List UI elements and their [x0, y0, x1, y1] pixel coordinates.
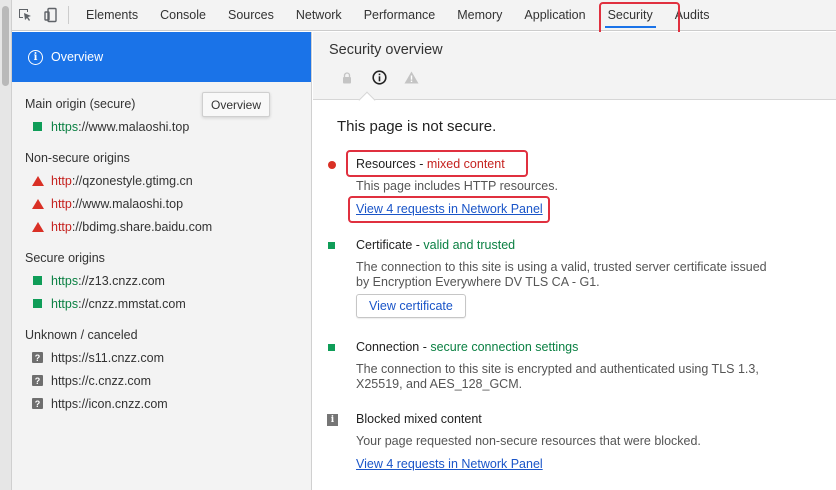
tab-network[interactable]: Network: [285, 0, 353, 31]
certificate-status: valid and trusted: [423, 238, 516, 252]
warning-triangle-icon: [32, 198, 44, 209]
sidebar-group-secure: Secure origins: [25, 250, 105, 265]
origin-host: ://cnzz.mmstat.com: [78, 296, 186, 311]
selection-notch: [358, 91, 376, 109]
sidebar-origin-item[interactable]: http://bdimg.share.baidu.com: [12, 215, 311, 238]
sidebar-origin-item[interactable]: ? https://icon.cnzz.com: [12, 392, 311, 415]
info-square-icon: i: [327, 414, 338, 426]
summary-icons: [331, 70, 427, 85]
secure-square-icon: [33, 276, 42, 285]
view-blocked-requests-link[interactable]: View 4 requests in Network Panel: [356, 457, 543, 471]
sidebar-origin-item[interactable]: http://qzonestyle.gtimg.cn: [12, 169, 311, 192]
unknown-question-icon: ?: [32, 375, 43, 386]
origin-scheme: https: [51, 119, 79, 134]
view-requests-link[interactable]: View 4 requests in Network Panel: [356, 202, 543, 216]
sidebar-item-overview[interactable]: i Overview: [12, 32, 311, 82]
origin-scheme: http: [51, 173, 72, 188]
tab-sources[interactable]: Sources: [217, 0, 285, 31]
tab-elements[interactable]: Elements: [75, 0, 149, 31]
tab-security[interactable]: Security: [597, 0, 664, 31]
scrollbar-thumb[interactable]: [2, 6, 9, 86]
blocked-title: Blocked mixed content: [356, 412, 482, 426]
certificate-description-line2: by Encryption Everywhere DV TLS CA - G1.: [356, 275, 600, 289]
origin-host: ://z13.cnzz.com: [78, 273, 165, 288]
certificate-title-text: Certificate: [356, 238, 413, 252]
certificate-title-sep: -: [412, 238, 424, 252]
connection-status: secure connection settings: [430, 340, 579, 354]
connection-title-sep: -: [419, 340, 431, 354]
certificate-description-line1: The connection to this site is using a v…: [356, 260, 767, 274]
secure-square-icon: [328, 242, 335, 249]
main-header: Security overview: [313, 32, 836, 109]
sidebar-origin-item[interactable]: https://cnzz.mmstat.com: [12, 292, 311, 315]
page-title: Security overview: [329, 42, 443, 58]
origin-scheme: https: [51, 296, 79, 311]
devtools-toolbar: Elements Console Sources Network Perform…: [12, 0, 836, 31]
connection-description-line2: X25519, and AES_128_GCM.: [356, 377, 523, 391]
info-icon: [363, 70, 395, 85]
view-certificate-button[interactable]: View certificate: [356, 294, 466, 318]
sidebar-origin-item[interactable]: http://www.malaoshi.top: [12, 192, 311, 215]
resources-description: This page includes HTTP resources.: [356, 179, 558, 193]
secure-square-icon: [33, 299, 42, 308]
connection-description-line1: The connection to this site is encrypted…: [356, 362, 759, 376]
origin-host: ://bdimg.share.baidu.com: [71, 219, 213, 234]
sidebar-group-non-secure: Non-secure origins: [25, 150, 130, 165]
tab-application[interactable]: Application: [513, 0, 596, 31]
origin-scheme: http: [51, 196, 72, 211]
sidebar-origin-item[interactable]: ? https://s11.cnzz.com: [12, 346, 311, 369]
lock-icon: [331, 71, 363, 84]
resources-title-text: Resources: [356, 157, 416, 171]
blocked-description: Your page requested non-secure resources…: [356, 434, 701, 448]
resources-status: mixed content: [426, 157, 505, 171]
sidebar-origin-item[interactable]: https://z13.cnzz.com: [12, 269, 311, 292]
origin-scheme: https: [51, 273, 79, 288]
device-toolbar-icon[interactable]: [38, 0, 64, 31]
origin-scheme: http: [51, 219, 72, 234]
security-main-panel: Security overview This page is not secur…: [313, 32, 836, 490]
secure-square-icon: [33, 122, 42, 131]
origin-url: https://icon.cnzz.com: [51, 396, 168, 411]
security-summary: This page is not secure.: [337, 118, 497, 135]
resources-title: Resources - mixed content: [356, 157, 826, 172]
origin-url: https://s11.cnzz.com: [51, 350, 165, 365]
toolbar-separator: [68, 6, 69, 24]
unknown-question-icon: ?: [32, 398, 43, 409]
sidebar-origin-item[interactable]: ? https://c.cnzz.com: [12, 369, 311, 392]
connection-title: Connection - secure connection settings: [356, 340, 826, 355]
inspect-element-icon[interactable]: [12, 0, 38, 31]
left-scrollbar[interactable]: [0, 0, 12, 490]
tab-audits[interactable]: Audits: [664, 0, 721, 31]
sidebar-origin-item[interactable]: https://www.malaoshi.top: [12, 115, 311, 138]
resources-title-sep: -: [415, 157, 427, 171]
tab-memory[interactable]: Memory: [446, 0, 513, 31]
warning-triangle-icon: [32, 175, 44, 186]
info-icon: i: [28, 49, 43, 65]
tab-performance[interactable]: Performance: [353, 0, 447, 31]
connection-title-text: Connection: [356, 340, 420, 354]
sidebar-group-unknown: Unknown / canceled: [25, 327, 138, 342]
origin-host: ://qzonestyle.gtimg.cn: [71, 173, 193, 188]
secure-square-icon: [328, 344, 335, 351]
certificate-title: Certificate - valid and trusted: [356, 238, 826, 253]
error-dot-icon: [328, 161, 336, 169]
unknown-question-icon: ?: [32, 352, 43, 363]
warning-triangle-icon: [32, 221, 44, 232]
origin-host: ://www.malaoshi.top: [78, 119, 190, 134]
sidebar-overview-label: Overview: [51, 50, 104, 64]
tab-console[interactable]: Console: [149, 0, 217, 31]
overview-tooltip: Overview: [202, 92, 271, 117]
origin-url: https://c.cnzz.com: [51, 373, 152, 388]
origin-host: ://www.malaoshi.top: [71, 196, 184, 211]
warning-icon: [395, 71, 427, 84]
